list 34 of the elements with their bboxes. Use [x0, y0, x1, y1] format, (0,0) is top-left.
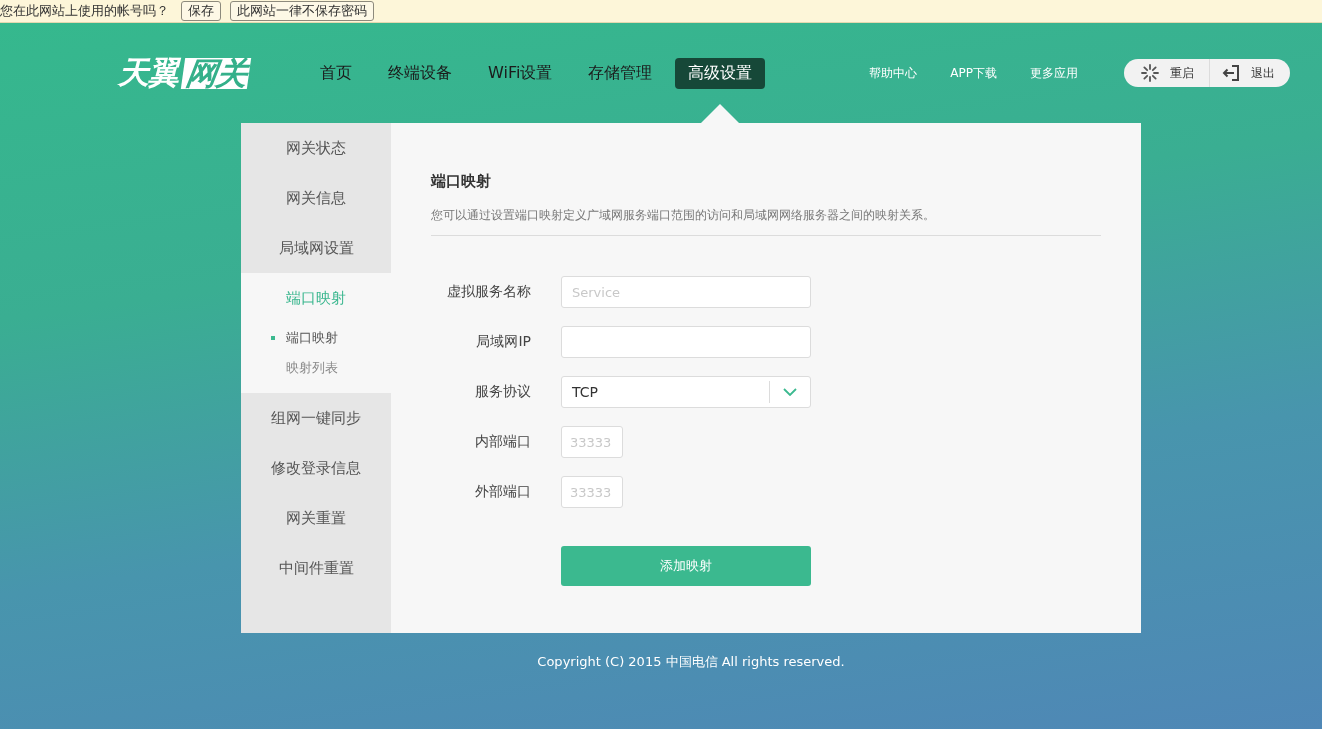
nav-tab[interactable]: 高级设置 [675, 57, 766, 89]
sidebar-subitem[interactable]: 端口映射 [241, 323, 391, 353]
sidebar-item[interactable]: 组网一键同步 [241, 393, 391, 443]
field-label: 局域网IP [475, 333, 531, 351]
field-label: 内部端口 [474, 433, 531, 451]
sidebar-item[interactable]: 网关信息 [241, 173, 391, 223]
copyright-text: Copyright (C) 2015 中国电信 All rights reserved. [536, 654, 846, 670]
nav-tab[interactable]: 首页 [307, 57, 365, 89]
text-field[interactable] [561, 326, 811, 358]
section-description: 您可以通过设置端口映射定义广域网服务端口范围的访问和局域网网络服务器之间的映射关系。 [431, 207, 936, 224]
prompt-message: 您在此网站上使用的帐号吗？ [0, 2, 169, 20]
field-label: 服务协议 [474, 383, 531, 401]
nav-tab[interactable]: 终端设备 [375, 57, 465, 89]
sidebar-item[interactable]: 局域网设置 [241, 223, 391, 273]
nav-tab[interactable]: WiFi设置 [475, 57, 566, 89]
sidebar-item[interactable]: 网关状态 [241, 123, 391, 173]
bullet-icon [271, 336, 275, 340]
logo: 天翼 网关 [118, 52, 249, 94]
sidebar-subitem[interactable]: 映射列表 [241, 353, 391, 383]
section-title: 端口映射 [431, 171, 492, 191]
restart-button[interactable]: 重启 [1124, 59, 1209, 87]
prompt-button[interactable]: 保存 [181, 1, 221, 21]
spinner-icon [1141, 64, 1159, 82]
field-label: 虚拟服务名称 [446, 283, 531, 301]
chevron-down-icon [783, 388, 797, 396]
protocol-select[interactable]: TCP [561, 376, 811, 408]
exit-icon [1222, 64, 1240, 82]
sidebar-item[interactable]: 网关重置 [241, 493, 391, 543]
sidebar-item[interactable]: 修改登录信息 [241, 443, 391, 493]
logout-button[interactable]: 退出 [1209, 59, 1290, 87]
sidebar-item[interactable]: 中间件重置 [241, 543, 391, 593]
nav-tab[interactable]: 存储管理 [575, 57, 666, 89]
field-label: 外部端口 [474, 483, 531, 501]
prompt-button[interactable]: 此网站一律不保存密码 [230, 1, 374, 21]
